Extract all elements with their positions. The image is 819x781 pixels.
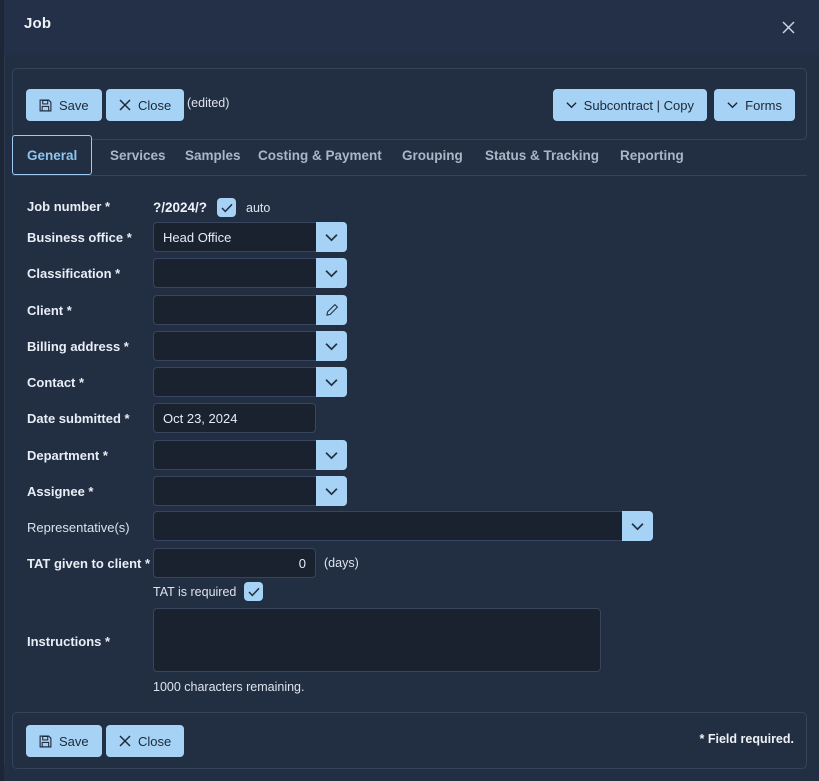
check-icon xyxy=(248,587,260,596)
department-input[interactable] xyxy=(153,440,316,470)
forms-button[interactable]: Forms xyxy=(714,89,795,121)
tab-reporting[interactable]: Reporting xyxy=(606,135,698,175)
assignee-label: Assignee * xyxy=(27,484,94,499)
job-number-auto-checkbox[interactable] xyxy=(217,198,237,217)
save-button-top[interactable]: Save xyxy=(26,89,102,121)
billing-address-label: Billing address * xyxy=(27,339,129,354)
subcontract-copy-label: Subcontract | Copy xyxy=(583,97,694,113)
classification-label: Classification * xyxy=(27,266,121,281)
tat-units-label: (days) xyxy=(324,556,359,570)
department-label: Department * xyxy=(27,448,108,463)
classification-input[interactable] xyxy=(153,258,316,288)
subcontract-copy-button[interactable]: Subcontract | Copy xyxy=(552,89,707,121)
chevron-down-icon xyxy=(325,233,338,241)
date-submitted-input[interactable]: Oct 23, 2024 xyxy=(153,403,316,433)
contact-dropdown-button[interactable] xyxy=(316,367,347,397)
tat-required-label: TAT is required xyxy=(153,584,237,599)
contact-input[interactable] xyxy=(153,367,316,397)
representatives-dropdown-button[interactable] xyxy=(622,511,653,541)
client-input[interactable] xyxy=(153,295,316,325)
job-number-label: Job number * xyxy=(27,199,111,214)
tat-required-checkbox[interactable] xyxy=(244,582,264,601)
assignee-input[interactable] xyxy=(153,476,316,506)
dialog-titlebar: Job xyxy=(4,0,819,55)
close-button-label: Close xyxy=(138,733,172,749)
close-x-icon xyxy=(781,20,795,34)
edited-indicator: (edited) xyxy=(187,96,230,110)
chevron-down-icon xyxy=(325,451,338,459)
business-office-input[interactable]: Head Office xyxy=(153,222,316,252)
close-button-bottom[interactable]: Close xyxy=(106,725,185,757)
tab-costing-payment[interactable]: Costing & Payment xyxy=(244,135,396,175)
chevron-down-icon xyxy=(727,101,738,109)
business-office-dropdown-button[interactable] xyxy=(316,222,347,252)
chevron-down-icon xyxy=(325,487,338,495)
chevron-down-icon xyxy=(566,101,577,109)
representatives-label: Representative(s) xyxy=(27,520,130,535)
top-toolbar: Save Close (edited) Subcontract | Copy F… xyxy=(12,68,807,140)
billing-address-dropdown-button[interactable] xyxy=(316,331,347,361)
client-label: Client * xyxy=(27,303,72,318)
save-disk-icon xyxy=(39,735,52,748)
contact-label: Contact * xyxy=(27,375,85,390)
job-number-value: ?/2024/? xyxy=(153,200,208,215)
department-dropdown-button[interactable] xyxy=(316,440,347,470)
close-x-icon xyxy=(119,735,131,747)
business-office-label: Business office * xyxy=(27,230,132,245)
classification-dropdown-button[interactable] xyxy=(316,258,347,288)
close-button-top[interactable]: Close xyxy=(106,89,185,121)
tab-services[interactable]: Services xyxy=(96,135,180,175)
bottom-toolbar: Save Close * Field required. xyxy=(12,712,807,769)
page-title: Job xyxy=(24,15,52,32)
tat-label: TAT given to client * xyxy=(27,556,151,571)
tab-bar-underline xyxy=(12,175,807,176)
check-icon xyxy=(220,203,233,212)
instructions-textarea[interactable] xyxy=(153,608,601,672)
save-button-bottom[interactable]: Save xyxy=(26,725,102,757)
tat-input[interactable]: 0 xyxy=(153,548,316,578)
chevron-down-icon xyxy=(325,378,338,386)
billing-address-input[interactable] xyxy=(153,331,316,361)
tab-samples[interactable]: Samples xyxy=(171,135,255,175)
chevron-down-icon xyxy=(325,269,338,277)
save-button-label: Save xyxy=(59,97,89,113)
date-submitted-label: Date submitted * xyxy=(27,411,130,426)
field-required-note: * Field required. xyxy=(699,732,794,746)
dialog-left-border xyxy=(4,55,5,765)
chevron-down-icon xyxy=(325,342,338,350)
forms-label: Forms xyxy=(745,97,782,113)
instructions-remaining-note: 1000 characters remaining. xyxy=(153,680,305,694)
job-dialog: Job Save Close (edited) Subcontract | Co… xyxy=(0,0,819,781)
chevron-down-icon xyxy=(631,522,644,530)
tab-grouping[interactable]: Grouping xyxy=(388,135,477,175)
tab-status-tracking[interactable]: Status & Tracking xyxy=(471,135,613,175)
close-x-icon xyxy=(119,99,131,111)
tab-bar: General Services Samples Costing & Payme… xyxy=(12,135,807,176)
close-dialog-button[interactable] xyxy=(776,15,800,39)
save-disk-icon xyxy=(39,99,52,112)
tab-general[interactable]: General xyxy=(12,135,93,175)
instructions-label: Instructions * xyxy=(27,634,111,649)
assignee-dropdown-button[interactable] xyxy=(316,476,347,506)
close-button-label: Close xyxy=(138,97,172,113)
representatives-input[interactable] xyxy=(153,511,622,541)
client-edit-button[interactable] xyxy=(316,295,347,325)
job-number-auto-label: auto xyxy=(246,200,271,215)
save-button-label: Save xyxy=(59,733,89,749)
pencil-icon xyxy=(325,303,338,316)
